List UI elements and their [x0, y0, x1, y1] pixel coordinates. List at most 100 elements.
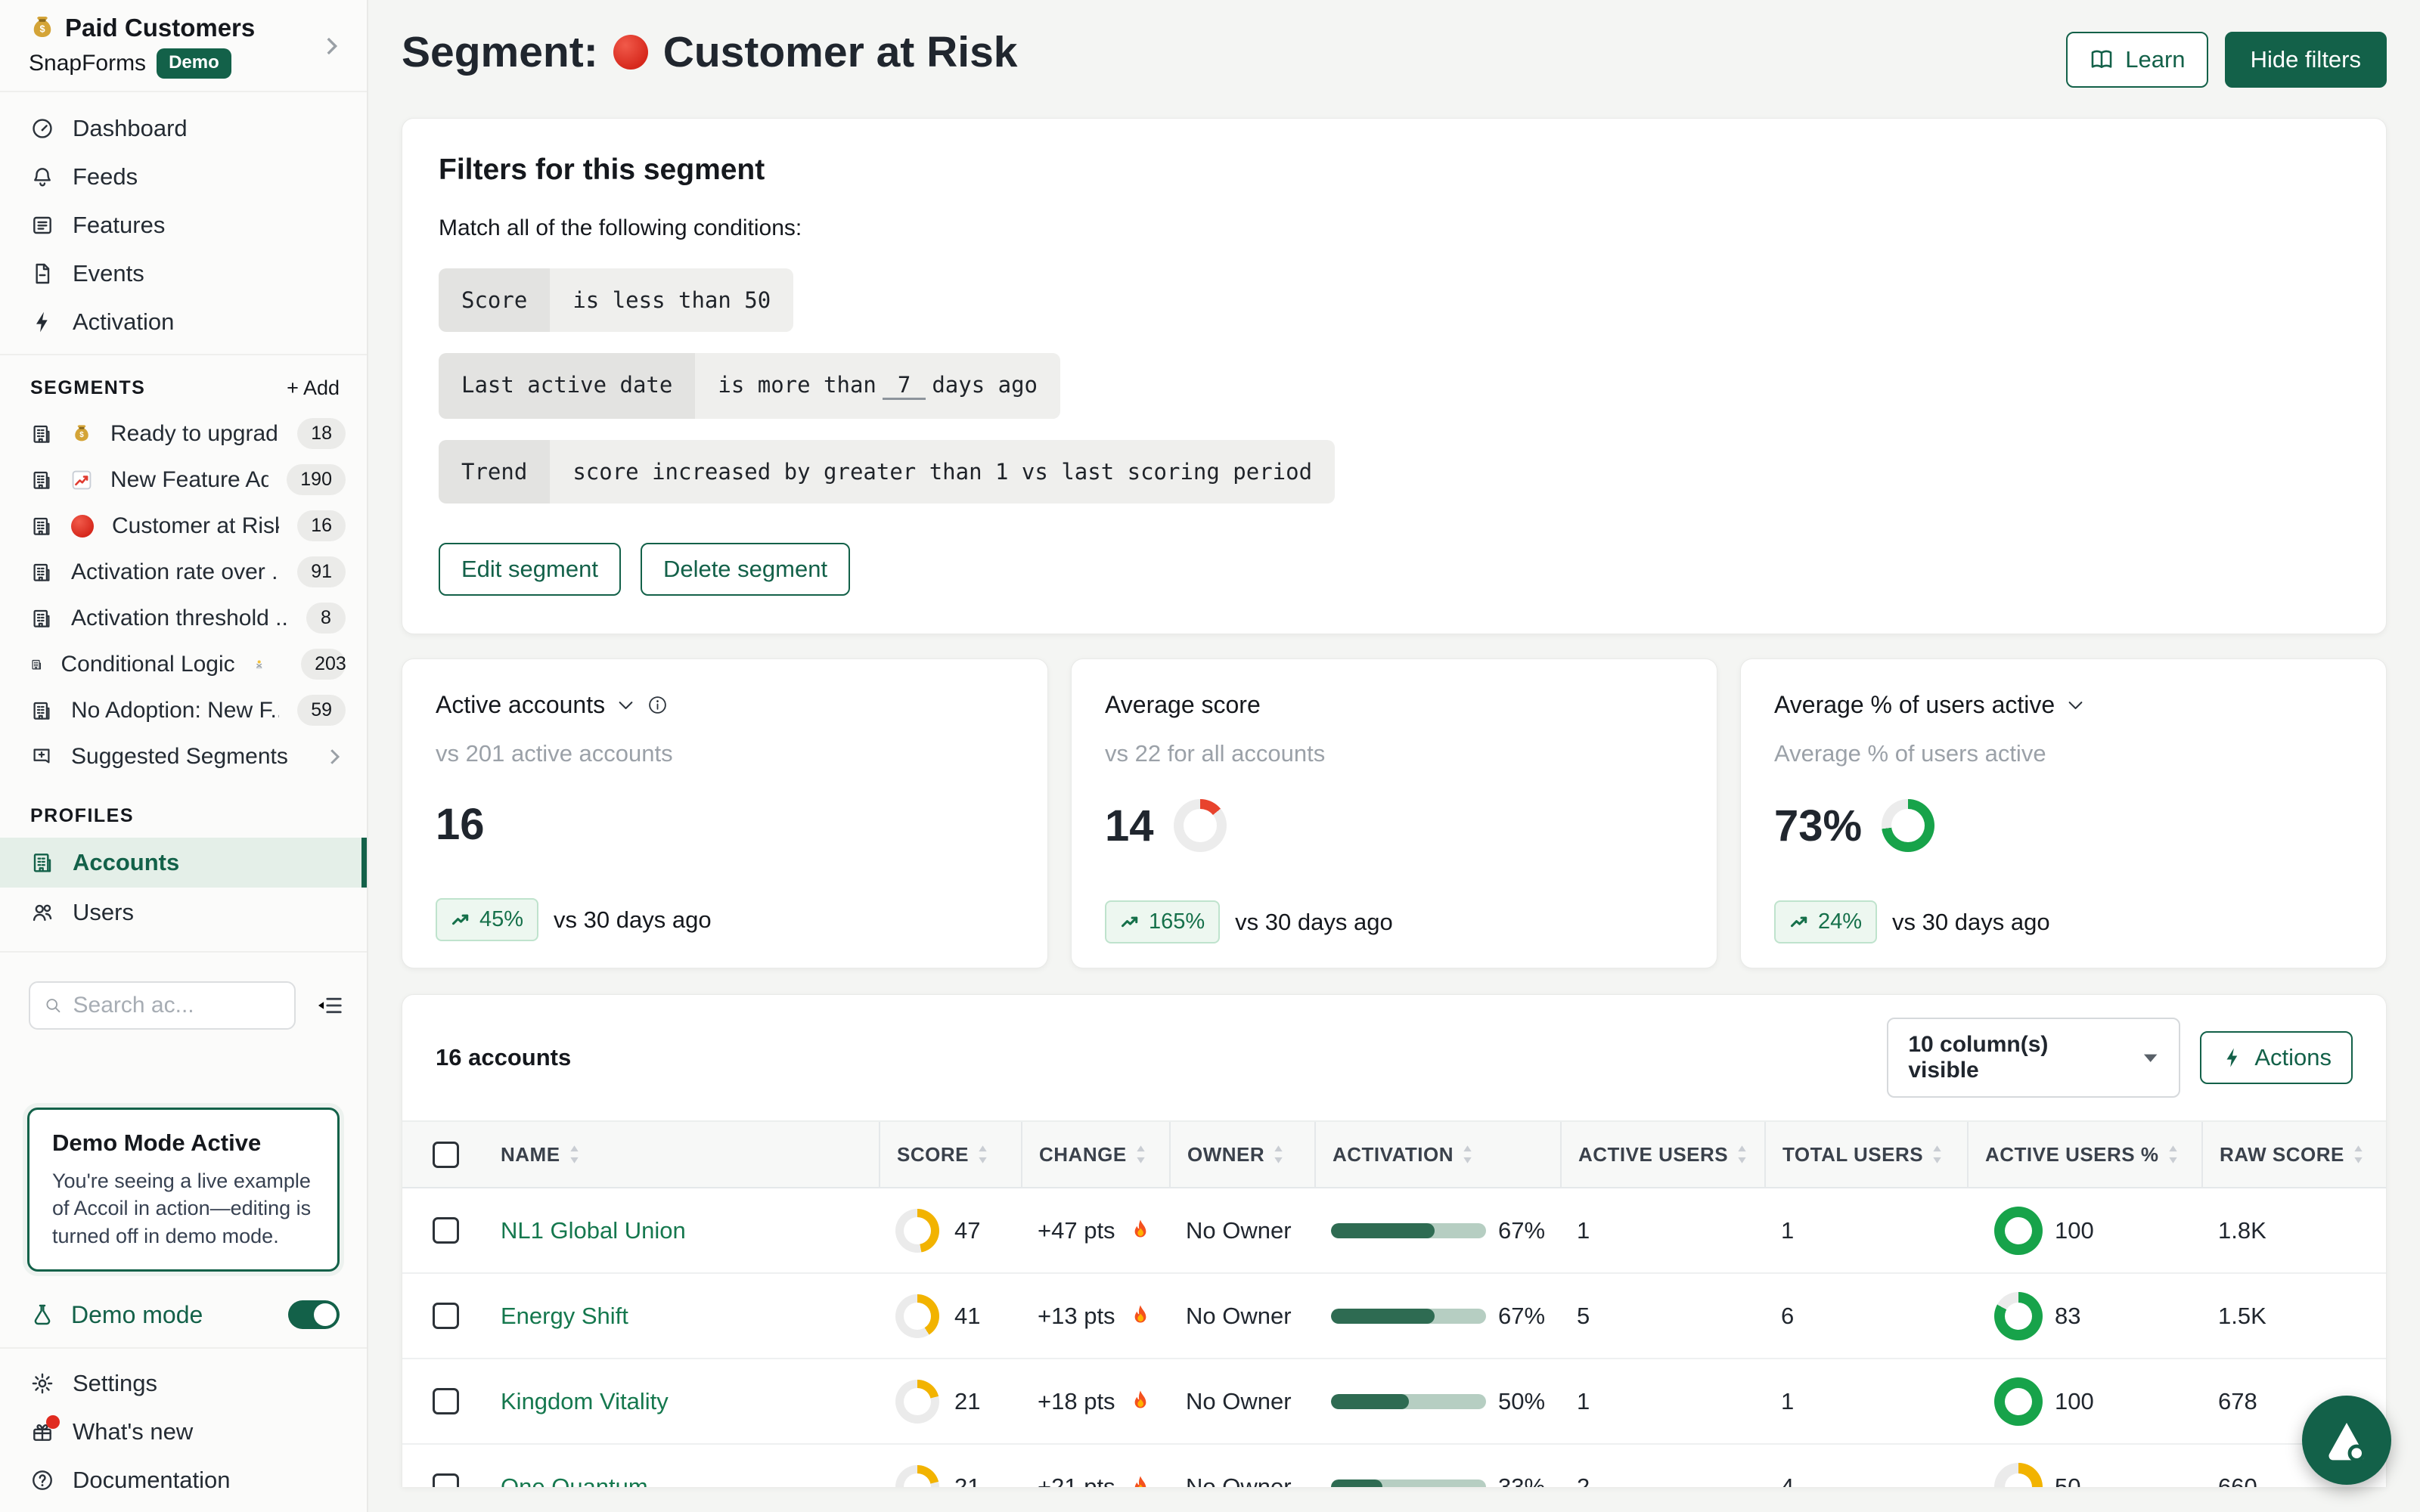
- fire-icon: [1128, 1474, 1153, 1488]
- column-header-name[interactable]: NAME: [493, 1122, 879, 1187]
- table-row: Kingdom Vitality 21 +18 pts No Owner 50%…: [402, 1359, 2386, 1445]
- activation-bar: [1331, 1479, 1486, 1488]
- hide-filters-button[interactable]: Hide filters: [2225, 32, 2387, 88]
- sort-icon[interactable]: [569, 1145, 579, 1163]
- column-header-raw-score[interactable]: RAW SCORE: [2201, 1122, 2386, 1187]
- segment-item-no-adoption[interactable]: No Adoption: New F... 59: [0, 687, 367, 733]
- condition-trend[interactable]: Trend score increased by greater than 1 …: [439, 440, 1335, 503]
- sort-icon[interactable]: [1737, 1145, 1747, 1163]
- segments-section-title: SEGMENTS: [30, 377, 145, 399]
- dashboard-icon: [30, 116, 54, 141]
- condition-score[interactable]: Score is less than 50: [439, 268, 793, 332]
- sort-icon[interactable]: [1274, 1145, 1283, 1163]
- building-icon: [30, 850, 54, 875]
- building-icon: [30, 561, 53, 584]
- help-launcher-button[interactable]: [2302, 1396, 2391, 1485]
- chevron-down-icon[interactable]: [2065, 695, 2086, 715]
- match-conditions-text: Match all of the following conditions:: [439, 215, 2350, 241]
- active-pct-donut: [1994, 1463, 2043, 1488]
- column-header-total-users[interactable]: TOTAL USERS: [1764, 1122, 1967, 1187]
- sidebar-item-accounts[interactable]: Accounts: [0, 838, 367, 888]
- growth-badge: 165%: [1105, 900, 1220, 943]
- segment-item-ready-to-upgrade[interactable]: Ready to upgrade 18: [0, 411, 367, 457]
- project-name: SnapForms: [29, 51, 146, 76]
- gear-icon: [30, 1371, 54, 1396]
- column-header-active-users[interactable]: ACTIVE USERS: [1560, 1122, 1764, 1187]
- building-icon: [30, 699, 53, 722]
- chevron-right-icon: [318, 33, 344, 59]
- select-all-checkbox[interactable]: [433, 1142, 459, 1168]
- stat-cards: Active accounts vs 201 active accounts 1…: [402, 658, 2387, 968]
- stat-value: 16: [436, 799, 485, 850]
- table-header-row: NAME SCORE CHANGE OWNER ACTIVATION ACTIV…: [402, 1120, 2386, 1188]
- sidebar-item-documentation[interactable]: Documentation: [0, 1456, 367, 1504]
- segment-item-new-feature[interactable]: New Feature Ad... 190: [0, 457, 367, 503]
- segment-count: 59: [297, 695, 346, 726]
- sidebar-item-events[interactable]: Events: [0, 249, 367, 298]
- account-search[interactable]: [29, 981, 296, 1030]
- search-icon: [44, 995, 63, 1016]
- stat-value: 73%: [1774, 801, 1862, 851]
- activation-bar: [1331, 1223, 1486, 1238]
- notification-dot: [46, 1415, 60, 1429]
- search-input[interactable]: [73, 993, 281, 1018]
- sort-icon[interactable]: [2353, 1145, 2363, 1163]
- sidebar-item-activation[interactable]: Activation: [0, 298, 367, 346]
- column-header-change[interactable]: CHANGE: [1021, 1122, 1169, 1187]
- segment-item-activation-rate[interactable]: Activation rate over ... 91: [0, 549, 367, 595]
- chevron-down-icon[interactable]: [616, 695, 636, 715]
- main-content: Segment: Customer at Risk Learn Hide fil…: [368, 0, 2420, 1512]
- activation-bar: [1331, 1394, 1486, 1409]
- sort-icon[interactable]: [1463, 1145, 1472, 1163]
- sidebar-item-users[interactable]: Users: [0, 888, 367, 937]
- account-link[interactable]: NL1 Global Union: [501, 1217, 686, 1244]
- column-header-activation[interactable]: ACTIVATION: [1314, 1122, 1560, 1187]
- actions-button[interactable]: Actions: [2200, 1031, 2353, 1084]
- sort-icon[interactable]: [1136, 1145, 1146, 1163]
- column-header-score[interactable]: SCORE: [879, 1122, 1021, 1187]
- row-checkbox[interactable]: [433, 1217, 459, 1244]
- delete-segment-button[interactable]: Delete segment: [641, 543, 850, 596]
- columns-visible-dropdown[interactable]: 10 column(s) visible: [1887, 1018, 2180, 1098]
- learn-button[interactable]: Learn: [2066, 32, 2207, 88]
- account-link[interactable]: Energy Shift: [501, 1303, 628, 1330]
- accounts-count: 16 accounts: [436, 1044, 571, 1071]
- sidebar-item-settings[interactable]: Settings: [0, 1359, 367, 1408]
- info-icon[interactable]: [647, 694, 669, 716]
- segments-list: Ready to upgrade 18 New Feature Ad... 19…: [0, 411, 367, 779]
- row-checkbox[interactable]: [433, 1303, 459, 1329]
- segment-item-customer-at-risk[interactable]: Customer at Risk 16: [0, 503, 367, 549]
- sidebar-item-dashboard[interactable]: Dashboard: [0, 104, 367, 153]
- column-header-active-users-pct[interactable]: ACTIVE USERS %: [1967, 1122, 2201, 1187]
- segment-item-activation-threshold[interactable]: Activation threshold ... 8: [0, 595, 367, 641]
- edit-segment-button[interactable]: Edit segment: [439, 543, 621, 596]
- days-input[interactable]: 7: [883, 372, 926, 400]
- row-checkbox[interactable]: [433, 1473, 459, 1487]
- condition-last-active-date[interactable]: Last active date is more than 7 days ago: [439, 353, 1060, 419]
- workspace-switcher[interactable]: Paid Customers SnapForms Demo: [0, 0, 367, 92]
- sort-icon[interactable]: [1932, 1145, 1942, 1163]
- accoil-logo-icon: [2322, 1416, 2371, 1464]
- sort-icon[interactable]: [978, 1145, 988, 1163]
- building-icon: [30, 653, 43, 676]
- sidebar-item-suggested-segments[interactable]: Suggested Segments: [0, 733, 367, 779]
- active-pct-donut: [1994, 1292, 2043, 1340]
- row-checkbox[interactable]: [433, 1388, 459, 1414]
- demo-badge: Demo: [157, 48, 231, 79]
- collapse-sidebar-button[interactable]: [315, 991, 344, 1020]
- segment-count: 91: [297, 556, 346, 587]
- add-segment-button[interactable]: + Add: [287, 376, 340, 400]
- red-circle-icon: [613, 35, 648, 70]
- sort-icon[interactable]: [2168, 1145, 2178, 1163]
- filters-title: Filters for this segment: [439, 153, 2350, 187]
- sidebar: Paid Customers SnapForms Demo Dashboard …: [0, 0, 368, 1512]
- sidebar-item-feeds[interactable]: Feeds: [0, 153, 367, 201]
- demo-mode-toggle[interactable]: [288, 1300, 340, 1329]
- question-circle-icon: [30, 1468, 54, 1492]
- account-link[interactable]: Kingdom Vitality: [501, 1388, 669, 1415]
- column-header-owner[interactable]: OWNER: [1169, 1122, 1314, 1187]
- segment-item-conditional-logic[interactable]: Conditional Logic 203: [0, 641, 367, 687]
- sidebar-item-whats-new[interactable]: What's new: [0, 1408, 367, 1456]
- sidebar-item-features[interactable]: Features: [0, 201, 367, 249]
- account-link[interactable]: One Quantum: [501, 1473, 648, 1488]
